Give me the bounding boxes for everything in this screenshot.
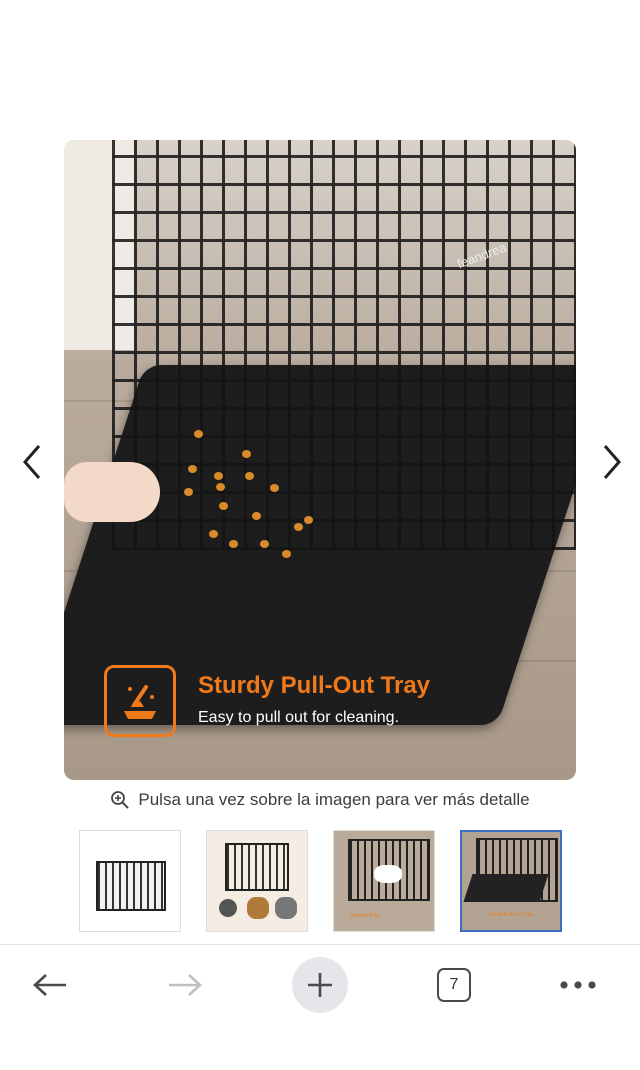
more-menu-button[interactable] [548, 955, 608, 1015]
tab-switcher-button[interactable]: 7 [424, 955, 484, 1015]
kibble [294, 523, 303, 531]
dog-graphic [275, 897, 297, 919]
feature-subtitle: Easy to pull out for cleaning. [198, 709, 400, 726]
kibble [184, 488, 193, 496]
thumbnail-2[interactable] [206, 830, 308, 932]
dog-graphic [247, 897, 269, 919]
chevron-right-icon [603, 445, 621, 479]
zoom-hint-text: Pulsa una vez sobre la imagen para ver m… [138, 790, 530, 809]
kibble [219, 502, 228, 510]
crate-thumbnail-graphic [96, 861, 166, 911]
product-main-image[interactable]: feandrea Sturdy Pull-Out Tray Easy to pu… [64, 140, 576, 780]
kibble [270, 484, 279, 492]
new-tab-button[interactable] [290, 955, 350, 1015]
kibble [216, 483, 225, 491]
thumbnail-3[interactable]: Durable Wire [333, 830, 435, 932]
thumbnail-caption: Durable Wire [350, 913, 380, 919]
zoom-hint: Pulsa una vez sobre la imagen para ver m… [0, 790, 640, 810]
thumbnail-1[interactable] [79, 830, 181, 932]
kibble [214, 472, 223, 480]
carousel-next-button[interactable] [592, 440, 632, 484]
new-tab-circle [292, 957, 348, 1013]
tray-cleaning-icon [104, 665, 176, 737]
kibble [252, 512, 261, 520]
kibble [242, 450, 251, 458]
thumbnail-caption: Sturdy Pull-Out Tray [488, 912, 534, 918]
cat-graphic [219, 899, 237, 917]
kibble [260, 540, 269, 548]
carousel-prev-button[interactable] [12, 440, 52, 484]
back-button[interactable] [20, 955, 80, 1015]
kibble [194, 430, 203, 438]
kibble [304, 516, 313, 524]
arrow-left-icon [33, 974, 66, 996]
feature-title: Sturdy Pull-Out Tray [198, 672, 431, 699]
kibble [188, 465, 197, 473]
thumbnail-strip: Durable Wire Sturdy Pull-Out Tray [79, 830, 562, 932]
arrow-right-icon [169, 974, 202, 996]
kibble [282, 550, 291, 558]
tray-graphic [463, 874, 549, 902]
thumbnail-4[interactable]: Sturdy Pull-Out Tray [460, 830, 562, 932]
kibble [229, 540, 238, 548]
wire-crate [112, 140, 576, 550]
hand [64, 462, 160, 522]
zoom-in-icon [111, 791, 130, 809]
tab-count: 7 [437, 968, 471, 1002]
forward-button[interactable] [155, 955, 215, 1015]
browser-toolbar: 7 [0, 944, 640, 1070]
more-dots-icon [560, 981, 596, 989]
kibble [245, 472, 254, 480]
kibble [209, 530, 218, 538]
crate-thumbnail-graphic [225, 843, 289, 891]
chevron-left-icon [23, 445, 41, 479]
dog-graphic [374, 865, 402, 883]
plus-icon [308, 973, 332, 997]
